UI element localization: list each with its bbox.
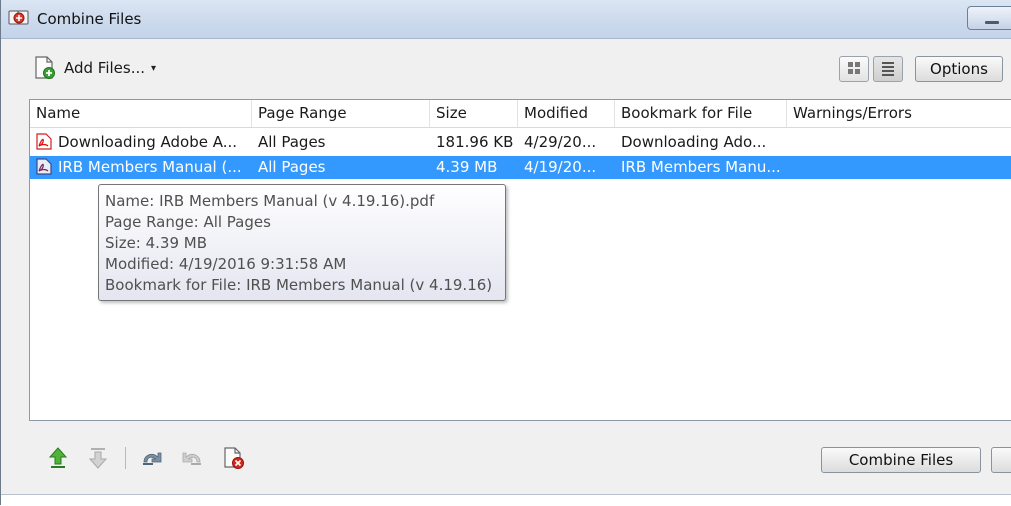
bookmark-cell: Downloading Ado...: [621, 133, 767, 151]
cancel-button[interactable]: [991, 447, 1011, 473]
file-name: Downloading Adobe A...: [58, 133, 238, 151]
file-name-cell: IRB Members Manual (...: [30, 156, 252, 179]
column-header-name[interactable]: Name: [30, 100, 252, 127]
list-header: Name Page Range Size Modified Bookmark f…: [30, 100, 1011, 128]
remove-file-icon[interactable]: [223, 446, 245, 470]
table-row[interactable]: Downloading Adobe A... All Pages 181.96 …: [30, 131, 1011, 154]
add-files-label: Add Files...: [64, 59, 146, 77]
toolbar-separator: [125, 447, 126, 469]
options-button[interactable]: Options: [915, 56, 1003, 82]
add-file-icon: [35, 56, 55, 79]
thumbnail-view-button[interactable]: [839, 56, 869, 82]
page-range-cell: All Pages: [258, 158, 326, 176]
column-header-bookmark[interactable]: Bookmark for File: [615, 100, 787, 127]
pdf-portfolio-icon: [36, 158, 52, 175]
minimize-icon: [985, 21, 999, 24]
tooltip-bookmark: Bookmark for File: IRB Members Manual (v…: [105, 276, 493, 294]
list-view-icon: [882, 62, 894, 76]
move-up-icon[interactable]: [47, 446, 69, 470]
title-bar: Combine Files: [1, 0, 1011, 39]
size-cell: 4.39 MB: [436, 158, 498, 176]
column-header-page-range[interactable]: Page Range: [252, 100, 430, 127]
file-info-tooltip: Name: IRB Members Manual (v 4.19.16).pdf…: [98, 184, 506, 301]
combine-files-app-icon: [8, 10, 29, 25]
tooltip-size: Size: 4.39 MB: [105, 234, 208, 252]
window-bottom-edge: [1, 494, 1011, 506]
redo-icon[interactable]: [179, 446, 205, 470]
tooltip-name: Name: IRB Members Manual (v 4.19.16).pdf: [105, 192, 435, 210]
warnings-cell: [787, 156, 1011, 179]
bookmark-cell: IRB Members Manu...: [621, 158, 781, 176]
move-down-icon[interactable]: [87, 446, 109, 470]
file-name-cell: Downloading Adobe A...: [30, 131, 252, 154]
add-files-button[interactable]: Add Files... ▾: [34, 55, 156, 81]
list-view-button[interactable]: [873, 56, 903, 82]
undo-icon[interactable]: [139, 446, 165, 470]
modified-cell: 4/19/20...: [524, 158, 597, 176]
size-cell: 181.96 KB: [436, 133, 514, 151]
thumbnail-view-icon: [848, 62, 860, 74]
tooltip-modified: Modified: 4/19/2016 9:31:58 AM: [105, 255, 347, 273]
window-title: Combine Files: [37, 10, 142, 28]
column-header-modified[interactable]: Modified: [518, 100, 615, 127]
combine-files-button[interactable]: Combine Files: [821, 447, 981, 473]
table-row[interactable]: IRB Members Manual (... All Pages 4.39 M…: [30, 156, 1011, 179]
column-header-size[interactable]: Size: [430, 100, 518, 127]
file-name: IRB Members Manual (...: [58, 158, 242, 176]
chevron-down-icon: ▾: [151, 62, 157, 74]
page-range-cell: All Pages: [258, 133, 326, 151]
pdf-icon: [36, 133, 52, 150]
combine-files-window: Combine Files Add Files... ▾ Options Nam…: [0, 0, 1011, 506]
column-header-warnings[interactable]: Warnings/Errors: [787, 100, 1011, 127]
tooltip-page-range: Page Range: All Pages: [105, 213, 271, 231]
modified-cell: 4/29/20...: [524, 133, 597, 151]
minimize-button[interactable]: [967, 6, 1011, 30]
warnings-cell: [787, 131, 1011, 154]
